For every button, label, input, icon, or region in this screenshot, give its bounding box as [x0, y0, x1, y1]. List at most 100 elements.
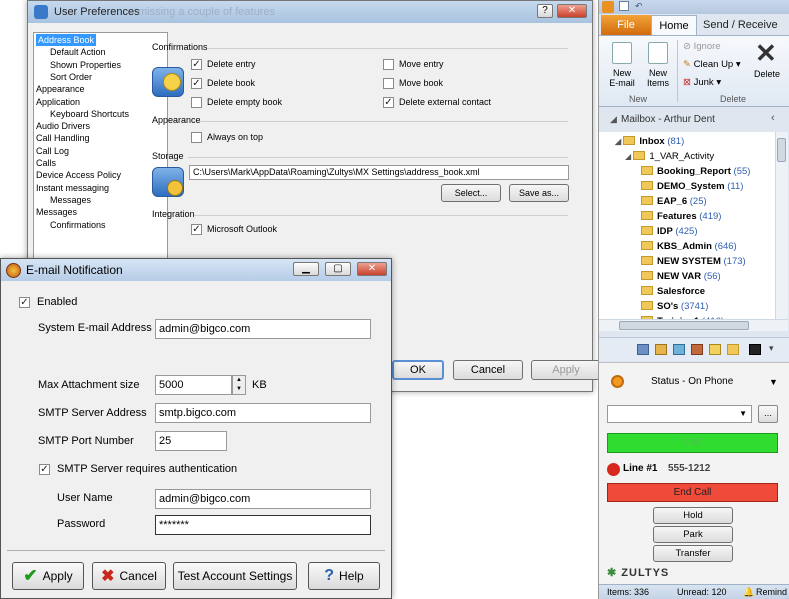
outlook-checkbox[interactable]: ✓	[191, 224, 202, 235]
shortcuts-icon[interactable]	[749, 344, 761, 355]
email-help-button[interactable]: ? Help	[308, 562, 380, 590]
tree-item[interactable]: Device Access Policy	[36, 169, 121, 181]
tree-item[interactable]: Call Handling	[36, 132, 90, 144]
folder-icon	[641, 301, 653, 310]
ignore-button[interactable]: ⊘ Ignore	[683, 41, 721, 52]
tree-item[interactable]: Shown Properties	[50, 59, 121, 71]
folder-hscrollbar[interactable]	[599, 319, 788, 331]
max-attachment-field[interactable]: 5000	[155, 375, 232, 395]
park-button[interactable]: Park	[653, 526, 733, 543]
folder-item[interactable]: Booking_Report (55)	[641, 164, 750, 179]
contacts-icon[interactable]	[655, 344, 667, 355]
tree-item[interactable]: Appearance	[36, 83, 85, 95]
tree-item[interactable]: Messages	[36, 206, 77, 218]
email-cancel-button[interactable]: ✖ Cancel	[92, 562, 166, 590]
ok-button[interactable]: OK	[392, 360, 444, 380]
cleanup-button[interactable]: ✎ Clean Up ▾	[683, 59, 741, 70]
delete-button[interactable]: ✕ Delete	[749, 38, 785, 92]
folder-item[interactable]: KBS_Admin (646)	[641, 239, 737, 254]
tasks-icon[interactable]	[673, 344, 685, 355]
tree-item[interactable]: Instant messaging	[36, 182, 109, 194]
tree-item[interactable]: Application	[36, 96, 80, 108]
journal-icon[interactable]	[709, 344, 721, 355]
tree-item[interactable]: Calls	[36, 157, 56, 169]
tree-item[interactable]: Audio Drivers	[36, 120, 90, 132]
dial-input[interactable]: ▼	[607, 405, 752, 423]
tree-item[interactable]: Keyboard Shortcuts	[50, 108, 129, 120]
status-dropdown-icon[interactable]: ▼	[769, 377, 778, 387]
help-button[interactable]: ?	[537, 4, 553, 18]
folder-item[interactable]: Salesforce	[641, 284, 705, 299]
call-button[interactable]: Call	[607, 433, 778, 453]
send-receive-icon[interactable]	[619, 1, 629, 11]
password-field[interactable]: *******	[155, 515, 371, 535]
new-email-button[interactable]: New E-mail	[604, 40, 638, 100]
tab-file[interactable]: File	[601, 15, 651, 35]
delete-empty-book-checkbox[interactable]	[191, 97, 202, 108]
new-items-button[interactable]: New Items	[640, 40, 674, 100]
email-notification-dialog: E-mail Notification ▁ ▢ ✕	[0, 258, 392, 599]
undo-icon[interactable]: ↶	[635, 1, 643, 12]
prefs-cancel-button[interactable]: Cancel	[453, 360, 523, 380]
tree-item[interactable]: Call Log	[36, 145, 69, 157]
folder-item[interactable]: EAP_6 (25)	[641, 194, 707, 209]
prefs-apply-button[interactable]: Apply	[531, 360, 601, 380]
move-entry-checkbox[interactable]	[383, 59, 394, 70]
configure-buttons-icon[interactable]: ▾	[769, 343, 774, 354]
move-book-checkbox[interactable]	[383, 78, 394, 89]
select-button[interactable]: Select...	[441, 184, 501, 202]
tab-send-receive[interactable]: Send / Receive	[703, 15, 783, 35]
tree-item[interactable]: Confirmations	[50, 219, 106, 231]
test-account-settings-button[interactable]: Test Account Settings	[173, 562, 297, 590]
attachment-stepper[interactable]: ▲ ▼	[232, 375, 246, 395]
folder-item[interactable]: IDP (425)	[641, 224, 698, 239]
close-button[interactable]: ✕	[557, 4, 587, 18]
tree-item[interactable]: Messages	[50, 194, 91, 206]
enabled-checkbox[interactable]: ✓	[19, 297, 30, 308]
folder-name: NEW VAR	[657, 271, 702, 282]
tree-item[interactable]: Sort Order	[50, 71, 92, 83]
hold-button[interactable]: Hold	[653, 507, 733, 524]
folder-item[interactable]: DEMO_System (11)	[641, 179, 743, 194]
tab-home[interactable]: Home	[651, 15, 697, 36]
end-call-button[interactable]: End Call	[607, 483, 778, 502]
folder-item[interactable]: SO's (3741)	[641, 299, 708, 314]
tree-item[interactable]: Address Book	[36, 34, 97, 46]
smtp-auth-checkbox[interactable]: ✓	[39, 464, 50, 475]
junk-button[interactable]: ⊠ Junk ▾	[683, 77, 721, 88]
storage-path-field[interactable]: C:\Users\Mark\AppData\Roaming\Zultys\MX …	[189, 165, 569, 180]
folder-icon[interactable]	[727, 344, 739, 355]
always-on-top-checkbox[interactable]	[191, 132, 202, 143]
smtp-port-field[interactable]: 25	[155, 431, 227, 451]
dial-options-button[interactable]: ...	[758, 405, 778, 423]
collapse-pane-icon[interactable]: ‹	[771, 112, 775, 124]
folder-item[interactable]: Features (419)	[641, 209, 721, 224]
delete-entry-checkbox[interactable]: ✓	[191, 59, 202, 70]
reminders-label[interactable]: Remind	[756, 585, 787, 599]
folder-item[interactable]: NEW SYSTEM (173)	[641, 254, 746, 269]
smtp-server-field[interactable]: smtp.bigco.com	[155, 403, 371, 423]
folder-name: DEMO_System	[657, 181, 725, 192]
tree-item[interactable]: Default Action	[50, 46, 106, 58]
save-as-button[interactable]: Save as...	[509, 184, 569, 202]
email-apply-button[interactable]: ✔ Apply	[12, 562, 84, 590]
status-text[interactable]: Status - On Phone	[651, 376, 733, 387]
line-label: Line #1	[623, 463, 658, 474]
folder-item[interactable]: NEW VAR (56)	[641, 269, 721, 284]
delete-book-checkbox[interactable]: ✓	[191, 78, 202, 89]
calendar-icon[interactable]	[637, 344, 649, 355]
folder-scrollbar[interactable]	[775, 132, 788, 319]
minimize-button[interactable]: ▁	[293, 262, 319, 276]
inbox-folder[interactable]: ◢ Inbox (81)	[615, 134, 684, 149]
dialog-close-button[interactable]: ✕	[357, 262, 387, 276]
reminder-icon[interactable]: 🔔	[743, 585, 754, 599]
notes-icon[interactable]	[691, 344, 703, 355]
delete-external-contact-checkbox[interactable]: ✓	[383, 97, 394, 108]
maximize-button[interactable]: ▢	[325, 262, 351, 276]
system-email-field[interactable]: admin@bigco.com	[155, 319, 371, 339]
activity-folder[interactable]: ◢ 1_VAR_Activity	[625, 149, 714, 164]
ribbon: New E-mail New Items New ⊘ Ignore ✎ Clea…	[599, 35, 789, 107]
user-name-field[interactable]: admin@bigco.com	[155, 489, 371, 509]
transfer-button[interactable]: Transfer	[653, 545, 733, 562]
folder-name: NEW SYSTEM	[657, 256, 721, 267]
